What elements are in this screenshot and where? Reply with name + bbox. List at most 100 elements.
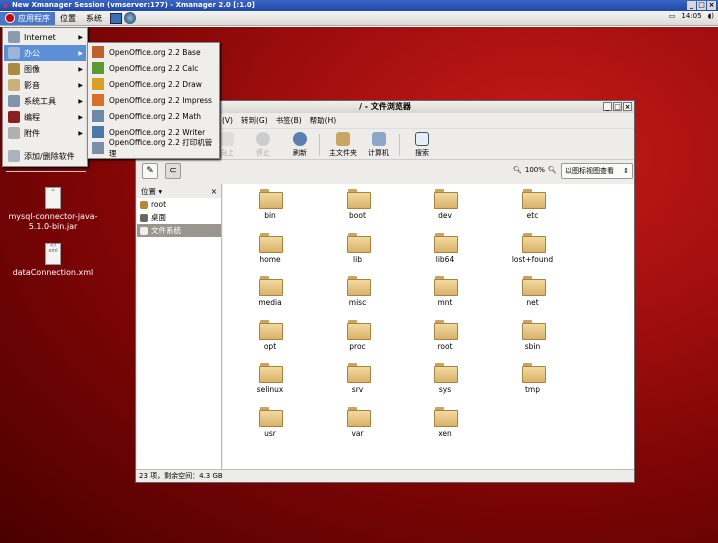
submenu-item[interactable]: OpenOffice.org 2.2 Impress <box>90 92 212 108</box>
applications-menu[interactable]: 应用程序 <box>0 11 55 25</box>
up-button[interactable]: 向上 <box>220 132 234 158</box>
folder-item[interactable]: bin <box>235 189 305 220</box>
menu-label: 附件 <box>24 128 40 138</box>
menu-item-internet[interactable]: Internet ▶ <box>4 29 86 45</box>
clock[interactable]: 14:05 <box>681 12 701 20</box>
sidebar-item-filesystem[interactable]: 文件系统 <box>137 224 221 237</box>
folder-item[interactable]: var <box>323 406 393 438</box>
desktop-icon-jar[interactable]: ☕ mysql-connector-java-5.1.0-bin.jar <box>8 187 98 232</box>
folder-label: lib <box>353 254 362 264</box>
menu-item-multimedia[interactable]: 影音 ▶ <box>4 77 86 93</box>
zoom-level[interactable]: 100% <box>525 166 545 174</box>
maximize-button[interactable]: □ <box>697 1 706 10</box>
menu-item-office[interactable]: 办公 ▶ <box>4 45 86 61</box>
folder-item[interactable]: etc <box>498 189 568 220</box>
computer-button[interactable]: 计算机 <box>368 132 389 158</box>
folder-item[interactable]: usr <box>235 406 305 438</box>
folder-label: sbin <box>524 341 541 351</box>
folder-label: var <box>351 428 364 438</box>
submenu-item[interactable]: OpenOffice.org 2.2 Math <box>90 108 201 124</box>
folder-item[interactable]: boot <box>323 189 393 220</box>
folder-item[interactable]: home <box>235 232 305 264</box>
folder-item[interactable]: selinux <box>235 363 305 394</box>
submenu-item[interactable]: OpenOffice.org 2.2 打印机管理 <box>90 138 219 158</box>
submenu-item[interactable]: OpenOffice.org 2.2 Draw <box>90 76 202 92</box>
places-menu[interactable]: 位置 <box>55 12 81 25</box>
folder-label: sys <box>438 385 452 394</box>
menu-item-graphics[interactable]: 图像 ▶ <box>4 61 86 77</box>
stop-button[interactable]: 停止 <box>256 132 270 158</box>
folder-item[interactable]: sbin <box>498 319 568 351</box>
menu-help[interactable]: 帮助(H) <box>310 115 337 126</box>
folder-item[interactable]: root <box>410 319 480 351</box>
edit-location-button[interactable]: ✎ <box>142 163 158 179</box>
folder-item[interactable]: lost+found <box>498 232 568 264</box>
menu-item-add-remove-software[interactable]: 添加/删除软件 <box>4 148 86 164</box>
menu-item-programming[interactable]: 编程 ▶ <box>4 109 86 125</box>
search-button[interactable]: 搜索 <box>415 132 429 158</box>
reload-button[interactable]: 刷新 <box>293 132 307 158</box>
openoffice-icon <box>92 94 104 106</box>
path-button-root[interactable]: ⊂ <box>165 163 181 179</box>
terminal-launcher-icon[interactable] <box>110 12 122 24</box>
folder-icon <box>259 406 283 427</box>
menu-item-system-tools[interactable]: 系统工具 ▶ <box>4 93 86 109</box>
sidebar-item-root[interactable]: root <box>137 198 221 211</box>
desktop-icon-xml[interactable]: <?xml dataConnection.xml <box>8 243 98 278</box>
folder-icon <box>434 319 458 340</box>
folder-item[interactable]: sys <box>410 363 480 394</box>
folder-item[interactable]: net <box>498 276 568 307</box>
folder-icon <box>521 276 546 296</box>
openoffice-icon <box>92 46 104 58</box>
openoffice-icon <box>92 62 104 74</box>
close-button[interactable]: × <box>707 1 716 10</box>
folder-icon <box>434 189 458 209</box>
folder-item[interactable]: srv <box>323 363 393 394</box>
volume-icon[interactable]: ◖) <box>708 12 714 20</box>
folder-icon <box>521 232 546 253</box>
folder-item[interactable]: proc <box>323 319 393 351</box>
submenu-item[interactable]: OpenOffice.org 2.2 Calc <box>90 60 198 76</box>
sidebar-item-desktop[interactable]: 桌面 <box>137 211 221 224</box>
minimize-button[interactable]: _ <box>603 102 612 111</box>
close-button[interactable]: × <box>623 102 632 111</box>
zoom-in-icon[interactable]: 🔍︎ <box>548 166 557 174</box>
folder-icon <box>521 363 546 383</box>
system-menu[interactable]: 系统 <box>81 12 107 25</box>
sidebar-item-label: root <box>151 200 167 209</box>
folder-item[interactable]: dev <box>410 189 480 220</box>
folder-item[interactable]: mnt <box>410 276 480 307</box>
menu-label: 图像 <box>24 64 40 74</box>
zoom-control: 🔍︎ 100% 🔍︎ <box>513 166 557 174</box>
zoom-out-icon[interactable]: 🔍︎ <box>513 166 522 174</box>
folder-label: usr <box>264 428 276 438</box>
xmanager-titlebar: ✕ New Xmanager Session (vmserver:177) - X… <box>0 0 718 11</box>
xml-file-icon: <?xml <box>45 243 61 265</box>
sidebar-header[interactable]: 位置 ▾ × <box>137 184 221 198</box>
close-sidebar-icon[interactable]: × <box>211 187 217 196</box>
folder-item[interactable]: opt <box>235 319 305 351</box>
spinner-icon: ⇕ <box>623 167 629 175</box>
sidebar-title-text: 位置 <box>141 186 156 196</box>
folder-item[interactable]: misc <box>323 276 393 307</box>
view-mode-select[interactable]: 以图标视图查看 ⇕ <box>561 163 633 179</box>
folder-item[interactable]: lib <box>323 232 393 264</box>
home-button[interactable]: 主文件夹 <box>329 132 357 158</box>
folder-item[interactable]: xen <box>410 406 480 438</box>
menu-view[interactable]: (V) <box>222 116 233 125</box>
folder-item[interactable]: media <box>235 276 305 307</box>
browser-launcher-icon[interactable] <box>124 12 136 24</box>
menu-bookmarks[interactable]: 书签(B) <box>276 115 302 126</box>
menu-go[interactable]: 转到(G) <box>241 115 268 126</box>
submenu-label: OpenOffice.org 2.2 Calc <box>109 63 199 73</box>
folder-item[interactable]: lib64 <box>410 232 480 264</box>
submenu-item[interactable]: OpenOffice.org 2.2 Base <box>90 44 201 60</box>
maximize-button[interactable]: □ <box>613 102 622 111</box>
menu-item-accessories[interactable]: 附件 ▶ <box>4 125 86 141</box>
menu-label: 编程 <box>24 112 40 122</box>
sidebar-title[interactable]: 位置 ▾ <box>141 186 162 197</box>
folder-item[interactable]: tmp <box>498 363 568 394</box>
drive-icon <box>140 226 148 235</box>
minimize-button[interactable]: _ <box>687 1 696 10</box>
tray-icon[interactable]: ▭ <box>669 12 676 20</box>
